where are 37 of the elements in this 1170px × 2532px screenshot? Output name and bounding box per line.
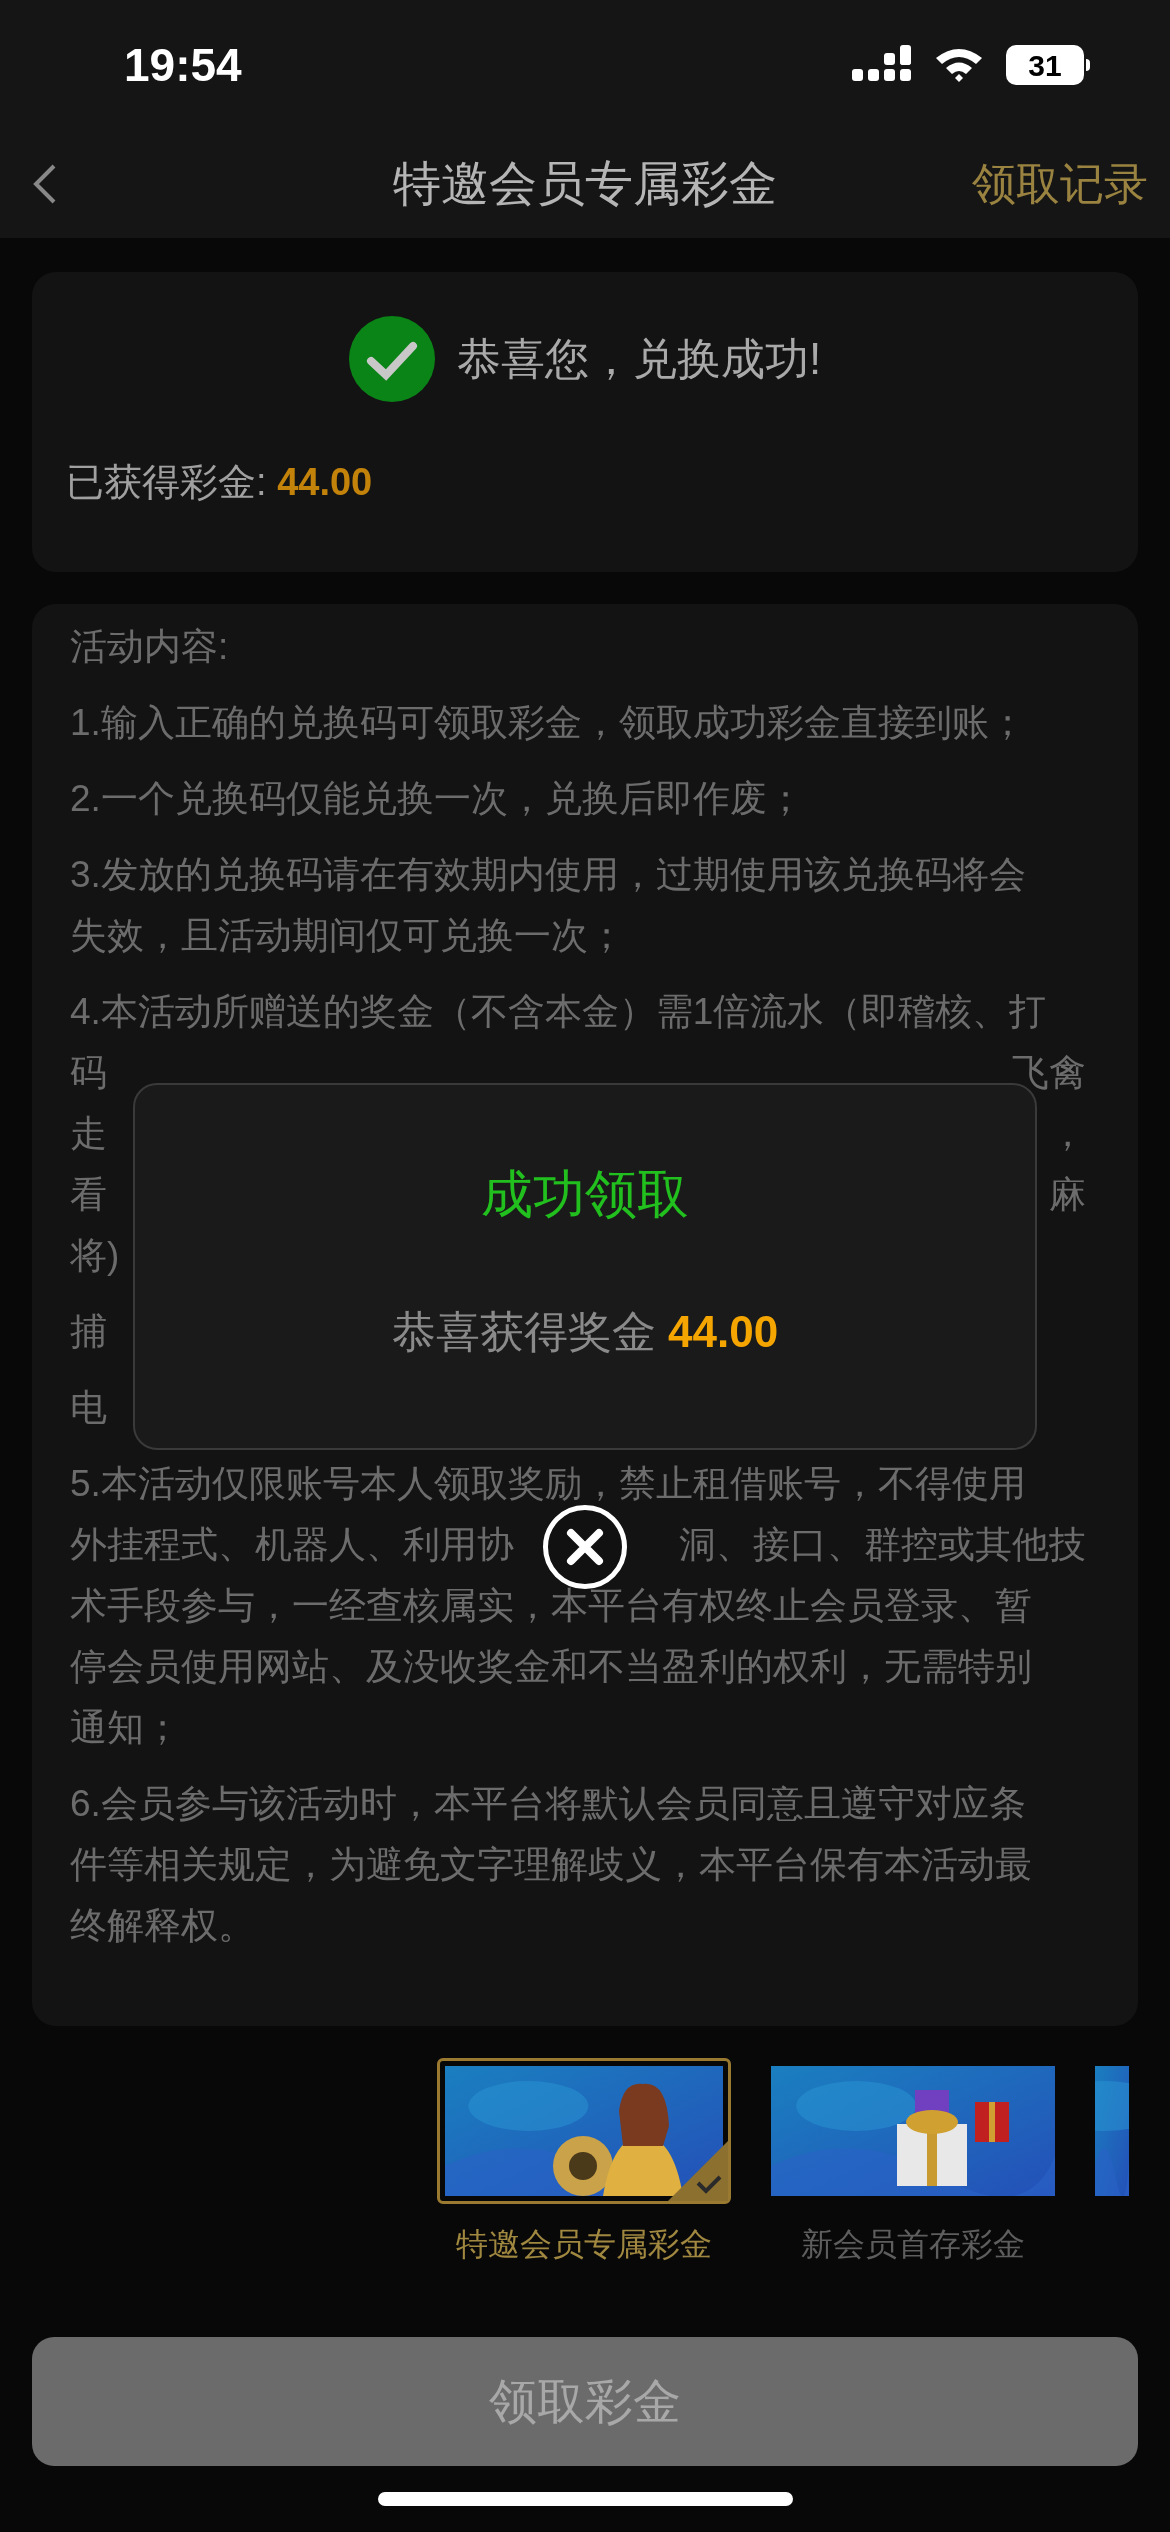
- promotion-thumbnail[interactable]: [437, 2058, 731, 2204]
- dialog-title: 成功领取: [481, 1164, 689, 1225]
- promotion-label[interactable]: 新会员首存彩金: [801, 2220, 1025, 2268]
- rule-text: 2.一个兑换码仅能兑换一次，兑换后即作废；: [70, 777, 804, 821]
- rule-text: 看: [70, 1173, 107, 1217]
- success-message: 恭喜您，兑换成功!: [456, 333, 822, 385]
- rule-text: 术手段参与，一经查核属实，本平台有权终止会员登录、暂: [70, 1584, 1032, 1628]
- rule-text: 6.会员参与该活动时，本平台将默认会员同意且遵守对应条: [70, 1782, 1026, 1826]
- promotion-label[interactable]: 特邀会员专属彩金: [456, 2220, 712, 2268]
- claim-history-link[interactable]: 领取记录: [972, 151, 1148, 217]
- check-icon: [668, 2141, 728, 2201]
- rule-text: 停会员使用网站、及没收奖金和不当盈利的权利，无需特别: [70, 1645, 1032, 1689]
- rule-text: 麻: [1049, 1173, 1086, 1217]
- rule-text: 4.本活动所赠送的奖金（不含本金）需1倍流水（即稽核、打: [70, 990, 1047, 1034]
- rule-text: 外挂程式、机器人、利用协: [70, 1523, 514, 1567]
- rule-text: 电: [70, 1386, 107, 1430]
- rule-text: 1.输入正确的兑换码可领取彩金，领取成功彩金直接到账；: [70, 701, 1026, 745]
- rules-heading: 活动内容:: [70, 625, 229, 669]
- rule-text: 飞禽: [1012, 1051, 1086, 1095]
- status-time: 19:54: [124, 37, 242, 93]
- rule-text: 将): [70, 1234, 120, 1278]
- rule-text: 件等相关规定，为避免文字理解歧义，本平台保有本活动最: [70, 1843, 1032, 1887]
- rule-text: 失效，且活动期间仅可兑换一次；: [70, 914, 625, 958]
- rule-text: 走: [70, 1112, 107, 1156]
- wifi-icon: [934, 46, 984, 84]
- dialog-message: 恭喜获得奖金 44.00: [391, 1306, 779, 1358]
- rule-text: ，: [1049, 1112, 1086, 1156]
- rule-text: 洞、接口、群控或其他技: [679, 1523, 1086, 1567]
- rule-text: 3.发放的兑换码请在有效期内使用，过期使用该兑换码将会: [70, 853, 1026, 897]
- check-icon: [348, 316, 435, 402]
- bonus-earned: 已获得彩金: 44.00: [66, 460, 374, 505]
- rule-text: 5.本活动仅限账号本人领取奖励，禁止租借账号，不得使用: [70, 1462, 1026, 1506]
- rule-text: 通知；: [70, 1706, 181, 1750]
- page-title: 特邀会员专属彩金: [393, 156, 777, 212]
- rule-text: 终解释权。: [70, 1904, 255, 1948]
- rule-text: 捕: [70, 1310, 107, 1354]
- rule-text: 码: [70, 1051, 107, 1095]
